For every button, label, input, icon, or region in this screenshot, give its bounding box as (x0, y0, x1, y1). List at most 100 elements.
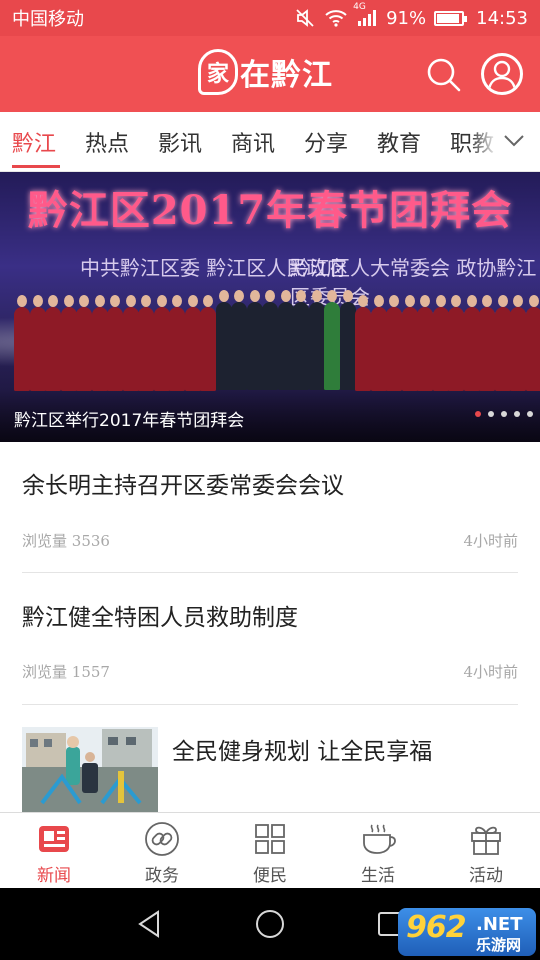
home-circle-icon (256, 910, 284, 938)
tab-movies[interactable]: 影讯 (158, 126, 202, 158)
views-count: 1557 (71, 663, 110, 681)
carousel-dot[interactable] (501, 411, 507, 417)
tab-business[interactable]: 商讯 (231, 126, 275, 158)
carousel-dot[interactable] (514, 411, 520, 417)
back-triangle-icon (138, 910, 159, 938)
nav-news[interactable]: 新闻 (0, 821, 108, 886)
active-tab-indicator (12, 165, 60, 168)
choir-member-head (373, 295, 384, 307)
choir-member-head (172, 295, 182, 307)
tab-hot[interactable]: 热点 (85, 126, 129, 158)
choir-member (370, 307, 387, 391)
bottom-navigation: 新闻 政务 便民 生活 活动 (0, 812, 540, 888)
choir-member (29, 307, 46, 391)
category-tabs: 黔江 热点 影讯 商讯 分享 教育 职教 (0, 112, 540, 172)
tab-share[interactable]: 分享 (304, 126, 348, 158)
news-title: 余长明主持召开区委常委会会议 (22, 473, 344, 499)
choir-member (231, 302, 247, 390)
carousel-dot[interactable] (527, 411, 533, 417)
banner-caption: 黔江区举行2017年春节团拜会 (14, 411, 245, 431)
watermark-suffix: .NET (476, 914, 523, 935)
chevron-down-icon (504, 135, 524, 147)
choir-member (494, 307, 511, 391)
more-tabs-button[interactable] (500, 126, 528, 154)
choir-member-head (17, 295, 27, 307)
choir-member-head (420, 295, 430, 307)
tab-qianjiang[interactable]: 黔江 (12, 126, 56, 158)
choir-member-head (311, 290, 322, 302)
choir-member-head (342, 290, 353, 302)
choir-member (277, 302, 294, 390)
banner-carousel[interactable]: 黔江区2017年春节团拜会 中共黔江区委 黔江区人民政府 黔江区人大常委会 政协… (0, 172, 540, 442)
wifi-icon (324, 8, 348, 28)
choir-member-head (497, 295, 508, 307)
news-time: 4小时前 (463, 532, 518, 550)
nav-label: 生活 (361, 866, 395, 886)
nav-services[interactable]: 便民 (216, 821, 324, 886)
choir-member (339, 302, 356, 390)
nav-label: 新闻 (37, 866, 71, 886)
gift-icon (471, 826, 501, 855)
choir-member-head (389, 295, 399, 307)
mute-icon (294, 7, 316, 29)
choir-member (386, 307, 402, 391)
choir-member-head (234, 290, 244, 302)
news-item[interactable]: 黔江健全特困人员救助制度 (22, 598, 518, 632)
choir-member (308, 302, 325, 390)
choir-member-head (435, 295, 446, 307)
choir-member (432, 307, 449, 391)
nav-events[interactable]: 活动 (432, 821, 540, 886)
carousel-dot[interactable] (475, 411, 481, 417)
choir-member-head (141, 295, 151, 307)
choir-member-head (327, 290, 337, 302)
choir-member (184, 307, 201, 391)
news-title: 全民健身规划 让全民享福 (172, 739, 433, 765)
news-item[interactable]: 全民健身规划 让全民享福 (172, 732, 518, 766)
choir-member (324, 302, 340, 390)
choir-member-head (218, 290, 229, 302)
nav-label: 便民 (253, 866, 287, 886)
app-header: 家 在黔江 (0, 36, 540, 112)
site-watermark-logo: 962 .NET 乐游网 (398, 908, 536, 956)
search-button[interactable] (425, 56, 463, 94)
choir-member (355, 307, 371, 391)
news-item[interactable]: 余长明主持召开区委常委会会议 (22, 466, 518, 500)
news-thumbnail[interactable] (22, 727, 158, 813)
choir-member-head (156, 295, 167, 307)
carousel-dot[interactable] (488, 411, 494, 417)
home-button[interactable] (252, 906, 288, 942)
choir-member (45, 307, 61, 391)
choir-member-head (482, 295, 492, 307)
choir-member-head (79, 295, 89, 307)
divider (22, 572, 518, 573)
views-count: 3536 (71, 532, 110, 550)
news-time: 4小时前 (463, 663, 518, 681)
battery-percent: 91% (386, 7, 427, 29)
choir-member (153, 307, 170, 391)
user-avatar-icon (487, 60, 517, 91)
choir-member-head (48, 295, 58, 307)
user-avatar-button[interactable] (481, 53, 523, 95)
nav-life[interactable]: 生活 (324, 821, 432, 886)
network-type: 4G (353, 2, 366, 12)
carrier-name: 中国移动 (12, 9, 84, 30)
choir-member (14, 307, 30, 391)
choir-member-head (94, 295, 105, 307)
coffee-cup-icon (363, 824, 396, 854)
choir-member (246, 302, 263, 390)
choir-member (215, 302, 232, 390)
nav-government[interactable]: 政务 (108, 821, 216, 886)
choir-member (91, 307, 108, 391)
battery-fill (437, 13, 459, 23)
back-button[interactable] (132, 906, 168, 942)
link-icon (145, 822, 179, 856)
app-logo: 家 在黔江 (198, 48, 333, 96)
choir-member (169, 307, 185, 391)
logo-mark: 家 (198, 49, 238, 95)
tab-education[interactable]: 教育 (377, 126, 421, 158)
choir-member-head (451, 295, 461, 307)
watermark-number: 962 (406, 910, 467, 945)
news-meta: 浏览量 1557 4小时前 (22, 661, 518, 682)
choir-member-head (249, 290, 260, 302)
news-title: 黔江健全特困人员救助制度 (22, 605, 298, 631)
